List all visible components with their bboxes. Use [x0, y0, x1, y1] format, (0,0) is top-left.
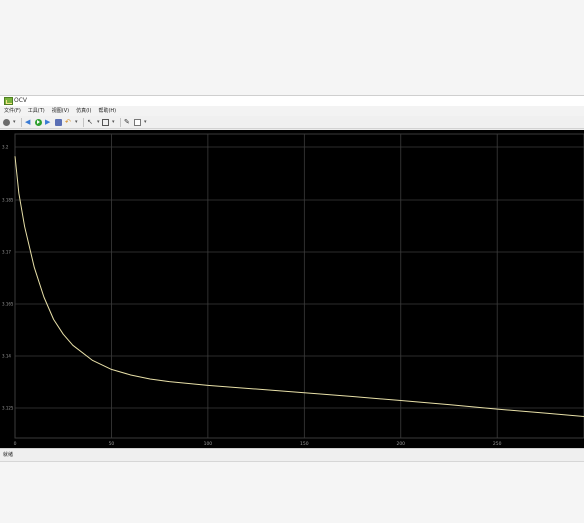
x-tick-label: 0 — [14, 441, 17, 447]
x-tick-label: 150 — [300, 441, 309, 447]
menu-help[interactable]: 帮助(H) — [98, 106, 116, 116]
undo-icon[interactable]: ↶ — [65, 118, 72, 126]
chevron-down-icon[interactable]: ▾ — [97, 119, 100, 126]
menu-file[interactable]: 文件(F) — [4, 106, 21, 116]
title-bar[interactable]: OCV — [0, 96, 584, 106]
toolbar-separator — [120, 117, 121, 127]
y-tick-label: 3.17 — [2, 250, 11, 255]
window-title: OCV — [14, 97, 28, 104]
menu-simulation[interactable]: 仿真(I) — [76, 106, 91, 116]
y-tick-label: 3.14 — [2, 354, 11, 359]
chevron-down-icon[interactable]: ▾ — [144, 119, 147, 126]
menu-tools[interactable]: 工具(T) — [28, 106, 45, 116]
plot-background — [0, 130, 584, 448]
status-bar: 就绪 — [0, 448, 584, 461]
x-tick-label: 50 — [109, 441, 115, 447]
chevron-down-icon[interactable]: ▾ — [13, 119, 16, 126]
run-icon[interactable] — [35, 118, 42, 126]
toolbar-separator — [83, 117, 84, 127]
y-tick-label: 3.185 — [2, 198, 14, 203]
y-tick-label: 3.125 — [2, 406, 14, 411]
scope-app-icon — [4, 97, 13, 105]
status-text: 就绪 — [3, 452, 14, 458]
x-tick-label: 100 — [204, 441, 213, 447]
y-tick-label: 3.165 — [2, 302, 14, 307]
chevron-down-icon[interactable]: ▾ — [112, 119, 115, 126]
menu-bar: 文件(F) 工具(T) 视图(V) 仿真(I) 帮助(H) — [0, 106, 584, 116]
plot-area: 0 50 100 150 200 250 3.2 3.185 3.17 3.165 3.14 3.12… — [0, 130, 584, 448]
screen: OCV 文件(F) 工具(T) 视图(V) 仿真(I) 帮助(H) ▾ ◀ ▶ … — [0, 0, 584, 523]
zoom-icon[interactable] — [102, 118, 109, 126]
chevron-down-icon[interactable]: ▾ — [75, 119, 78, 126]
edit-icon[interactable] — [134, 118, 141, 126]
x-tick-label: 250 — [493, 441, 502, 447]
scope-plot[interactable]: 0 50 100 150 200 250 3.2 3.185 3.17 3.165 3.14 3.12… — [0, 130, 584, 448]
step-forward-icon[interactable]: ▶ — [45, 118, 52, 126]
cursor-icon[interactable]: ↖ — [87, 118, 94, 126]
y-tick-label: 3.2 — [2, 145, 9, 150]
toolbar-separator — [21, 117, 22, 127]
toolbar: ▾ ◀ ▶ ↶ ▾ ↖ ▾ ▾ ✎ ▾ — [0, 116, 584, 129]
scope-window: OCV 文件(F) 工具(T) 视图(V) 仿真(I) 帮助(H) ▾ ◀ ▶ … — [0, 95, 584, 462]
x-tick-label: 200 — [396, 441, 405, 447]
pencil-icon[interactable]: ✎ — [124, 118, 131, 126]
stop-icon[interactable] — [55, 118, 62, 126]
gear-icon[interactable] — [3, 118, 10, 126]
back-icon[interactable]: ◀ — [25, 118, 32, 126]
menu-view[interactable]: 视图(V) — [52, 106, 69, 116]
